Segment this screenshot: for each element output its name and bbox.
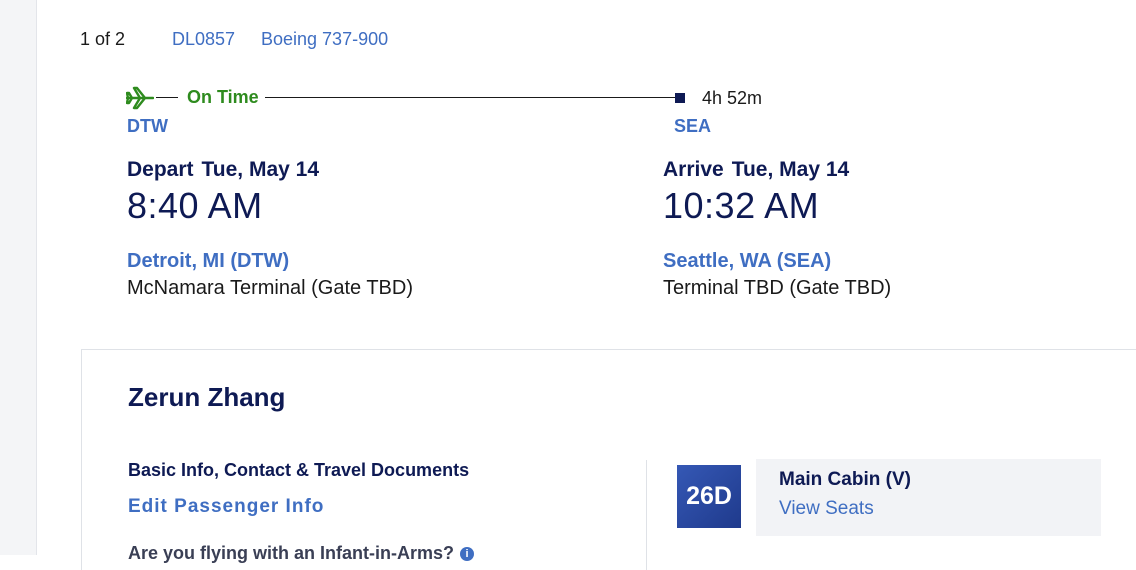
flight-number-link[interactable]: DL0857 [172, 29, 235, 50]
arrive-label: Arrive [663, 158, 724, 181]
arrive-date: Tue, May 14 [731, 158, 850, 181]
destination-code: SEA [674, 116, 712, 136]
infant-question-text: Are you flying with an Infant-in-Arms? [128, 543, 455, 563]
arrival-date-line: Arrive Tue, May 14 [663, 158, 891, 182]
departure-details: Depart Tue, May 14 8:40 AM Detroit, MI (D… [127, 158, 413, 300]
origin-code: DTW [127, 116, 168, 136]
arrive-time: 10:32 AM [663, 185, 820, 226]
view-seats-link[interactable]: View Seats [779, 498, 874, 520]
cabin-class: Main Cabin (V) [779, 469, 911, 490]
column-divider [646, 460, 647, 570]
segment-header: 1 of 2 DL0857 Boeing 737-900 [80, 29, 388, 50]
depart-terminal: McNamara Terminal (Gate TBD) [127, 277, 413, 299]
depart-city: Detroit, MI (DTW) [127, 250, 290, 272]
arrival-details: Arrive Tue, May 14 10:32 AM Seattle, WA (… [663, 158, 891, 300]
arrive-terminal: Terminal TBD (Gate TBD) [663, 277, 892, 299]
info-circle-icon[interactable]: i [460, 547, 475, 562]
cabin-info: Main Cabin (V) View Seats [756, 459, 1101, 536]
depart-time: 8:40 AM [127, 185, 263, 226]
arrive-city: Seattle, WA (SEA) [663, 250, 832, 272]
passenger-card: Zerun Zhang Basic Info, Contact & Travel… [81, 349, 1136, 570]
left-gutter [0, 0, 37, 555]
passenger-name: Zerun Zhang [128, 382, 286, 412]
timeline-end-marker [675, 93, 685, 103]
infant-question: Are you flying with an Infant-in-Arms? i [128, 543, 475, 564]
departure-date-line: Depart Tue, May 14 [127, 158, 413, 182]
flight-timeline: On Time 4h 52m [125, 86, 826, 110]
timeline-line [265, 97, 675, 98]
aircraft-type-link[interactable]: Boeing 737-900 [261, 29, 388, 50]
flight-status: On Time [187, 87, 259, 107]
seat-badge[interactable]: 26D [677, 465, 741, 528]
segment-count: 1 of 2 [80, 29, 126, 49]
basic-info-heading: Basic Info, Contact & Travel Documents [128, 460, 470, 480]
timeline-connector [156, 97, 178, 98]
flight-duration: 4h 52m [702, 88, 763, 108]
depart-date: Tue, May 14 [201, 158, 320, 181]
depart-label: Depart [127, 158, 194, 181]
airplane-icon [125, 86, 155, 110]
edit-passenger-info-link[interactable]: Edit Passenger Info [128, 496, 324, 518]
